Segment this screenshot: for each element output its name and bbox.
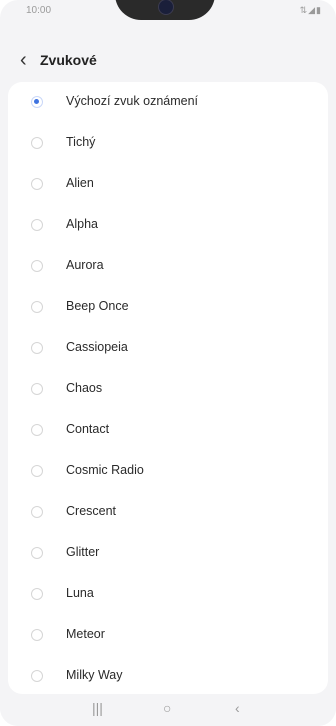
sound-label: Alpha bbox=[66, 217, 98, 231]
sound-label: Crescent bbox=[66, 504, 117, 518]
radio-unchecked[interactable] bbox=[31, 260, 43, 272]
sound-label: Cosmic Radio bbox=[66, 463, 144, 477]
list-item[interactable]: Aurora bbox=[8, 246, 328, 287]
sound-label: Cassiopeia bbox=[66, 340, 128, 354]
radio-unchecked[interactable] bbox=[31, 506, 43, 518]
list-item[interactable]: Beep Once bbox=[8, 287, 328, 328]
header: ‹ Zvukové bbox=[0, 44, 336, 80]
page-title: Zvukové bbox=[40, 52, 97, 68]
radio-unchecked[interactable] bbox=[31, 588, 43, 600]
list-item[interactable]: Tichý bbox=[8, 123, 328, 164]
radio-unchecked[interactable] bbox=[31, 301, 43, 313]
list-item[interactable]: Meteor bbox=[8, 615, 328, 656]
sound-label: Tichý bbox=[66, 135, 96, 149]
sound-label: Chaos bbox=[66, 381, 103, 395]
sound-label: Beep Once bbox=[66, 299, 129, 313]
recents-icon[interactable]: ||| bbox=[92, 700, 103, 716]
sound-label: Aurora bbox=[66, 258, 104, 272]
camera-notch bbox=[115, 0, 215, 20]
list-item[interactable]: Luna bbox=[8, 574, 328, 615]
sound-label: Luna bbox=[66, 586, 94, 600]
sound-label: Glitter bbox=[66, 545, 100, 559]
list-item[interactable]: Alien bbox=[8, 164, 328, 205]
list-item[interactable]: Crescent bbox=[8, 492, 328, 533]
list-item[interactable]: Glitter bbox=[8, 533, 328, 574]
radio-unchecked[interactable] bbox=[31, 629, 43, 641]
nav-back-icon[interactable]: ‹ bbox=[235, 700, 240, 716]
radio-unchecked[interactable] bbox=[31, 342, 43, 354]
radio-unchecked[interactable] bbox=[31, 465, 43, 477]
front-camera-icon bbox=[158, 0, 174, 15]
radio-unchecked[interactable] bbox=[31, 547, 43, 559]
sound-label: Výchozí zvuk oznámení bbox=[66, 94, 199, 108]
radio-unchecked[interactable] bbox=[31, 424, 43, 436]
phone-screen: 10:00 ⇅◢▮ ‹ Zvukové Výchozí zvuk oznámen… bbox=[0, 0, 336, 726]
list-item[interactable]: Cassiopeia bbox=[8, 328, 328, 369]
sound-list: Výchozí zvuk oznámení Tichý Alien Alpha Auro… bbox=[8, 82, 328, 694]
status-time: 10:00 bbox=[26, 5, 52, 16]
list-item[interactable]: Výchozí zvuk oznámení bbox=[8, 82, 328, 123]
list-item[interactable]: Contact bbox=[8, 410, 328, 451]
list-item[interactable]: Cosmic Radio bbox=[8, 451, 328, 492]
list-item[interactable]: Alpha bbox=[8, 205, 328, 246]
navigation-bar: ||| ○ ‹ bbox=[0, 696, 336, 726]
list-item[interactable]: Milky Way bbox=[8, 656, 328, 694]
back-arrow-icon[interactable]: ‹ bbox=[20, 50, 27, 70]
radio-checked[interactable] bbox=[31, 96, 43, 108]
sound-label: Milky Way bbox=[66, 668, 123, 682]
status-icons: ⇅◢▮ bbox=[299, 5, 322, 15]
radio-unchecked[interactable] bbox=[31, 178, 43, 190]
radio-unchecked[interactable] bbox=[31, 219, 43, 231]
sound-label: Meteor bbox=[66, 627, 105, 641]
list-item[interactable]: Chaos bbox=[8, 369, 328, 410]
radio-unchecked[interactable] bbox=[31, 137, 43, 149]
sound-label: Alien bbox=[66, 176, 94, 190]
radio-unchecked[interactable] bbox=[31, 670, 43, 682]
home-icon[interactable]: ○ bbox=[163, 700, 171, 716]
status-bar: 10:00 ⇅◢▮ bbox=[0, 0, 336, 22]
sound-label: Contact bbox=[66, 422, 110, 436]
radio-unchecked[interactable] bbox=[31, 383, 43, 395]
